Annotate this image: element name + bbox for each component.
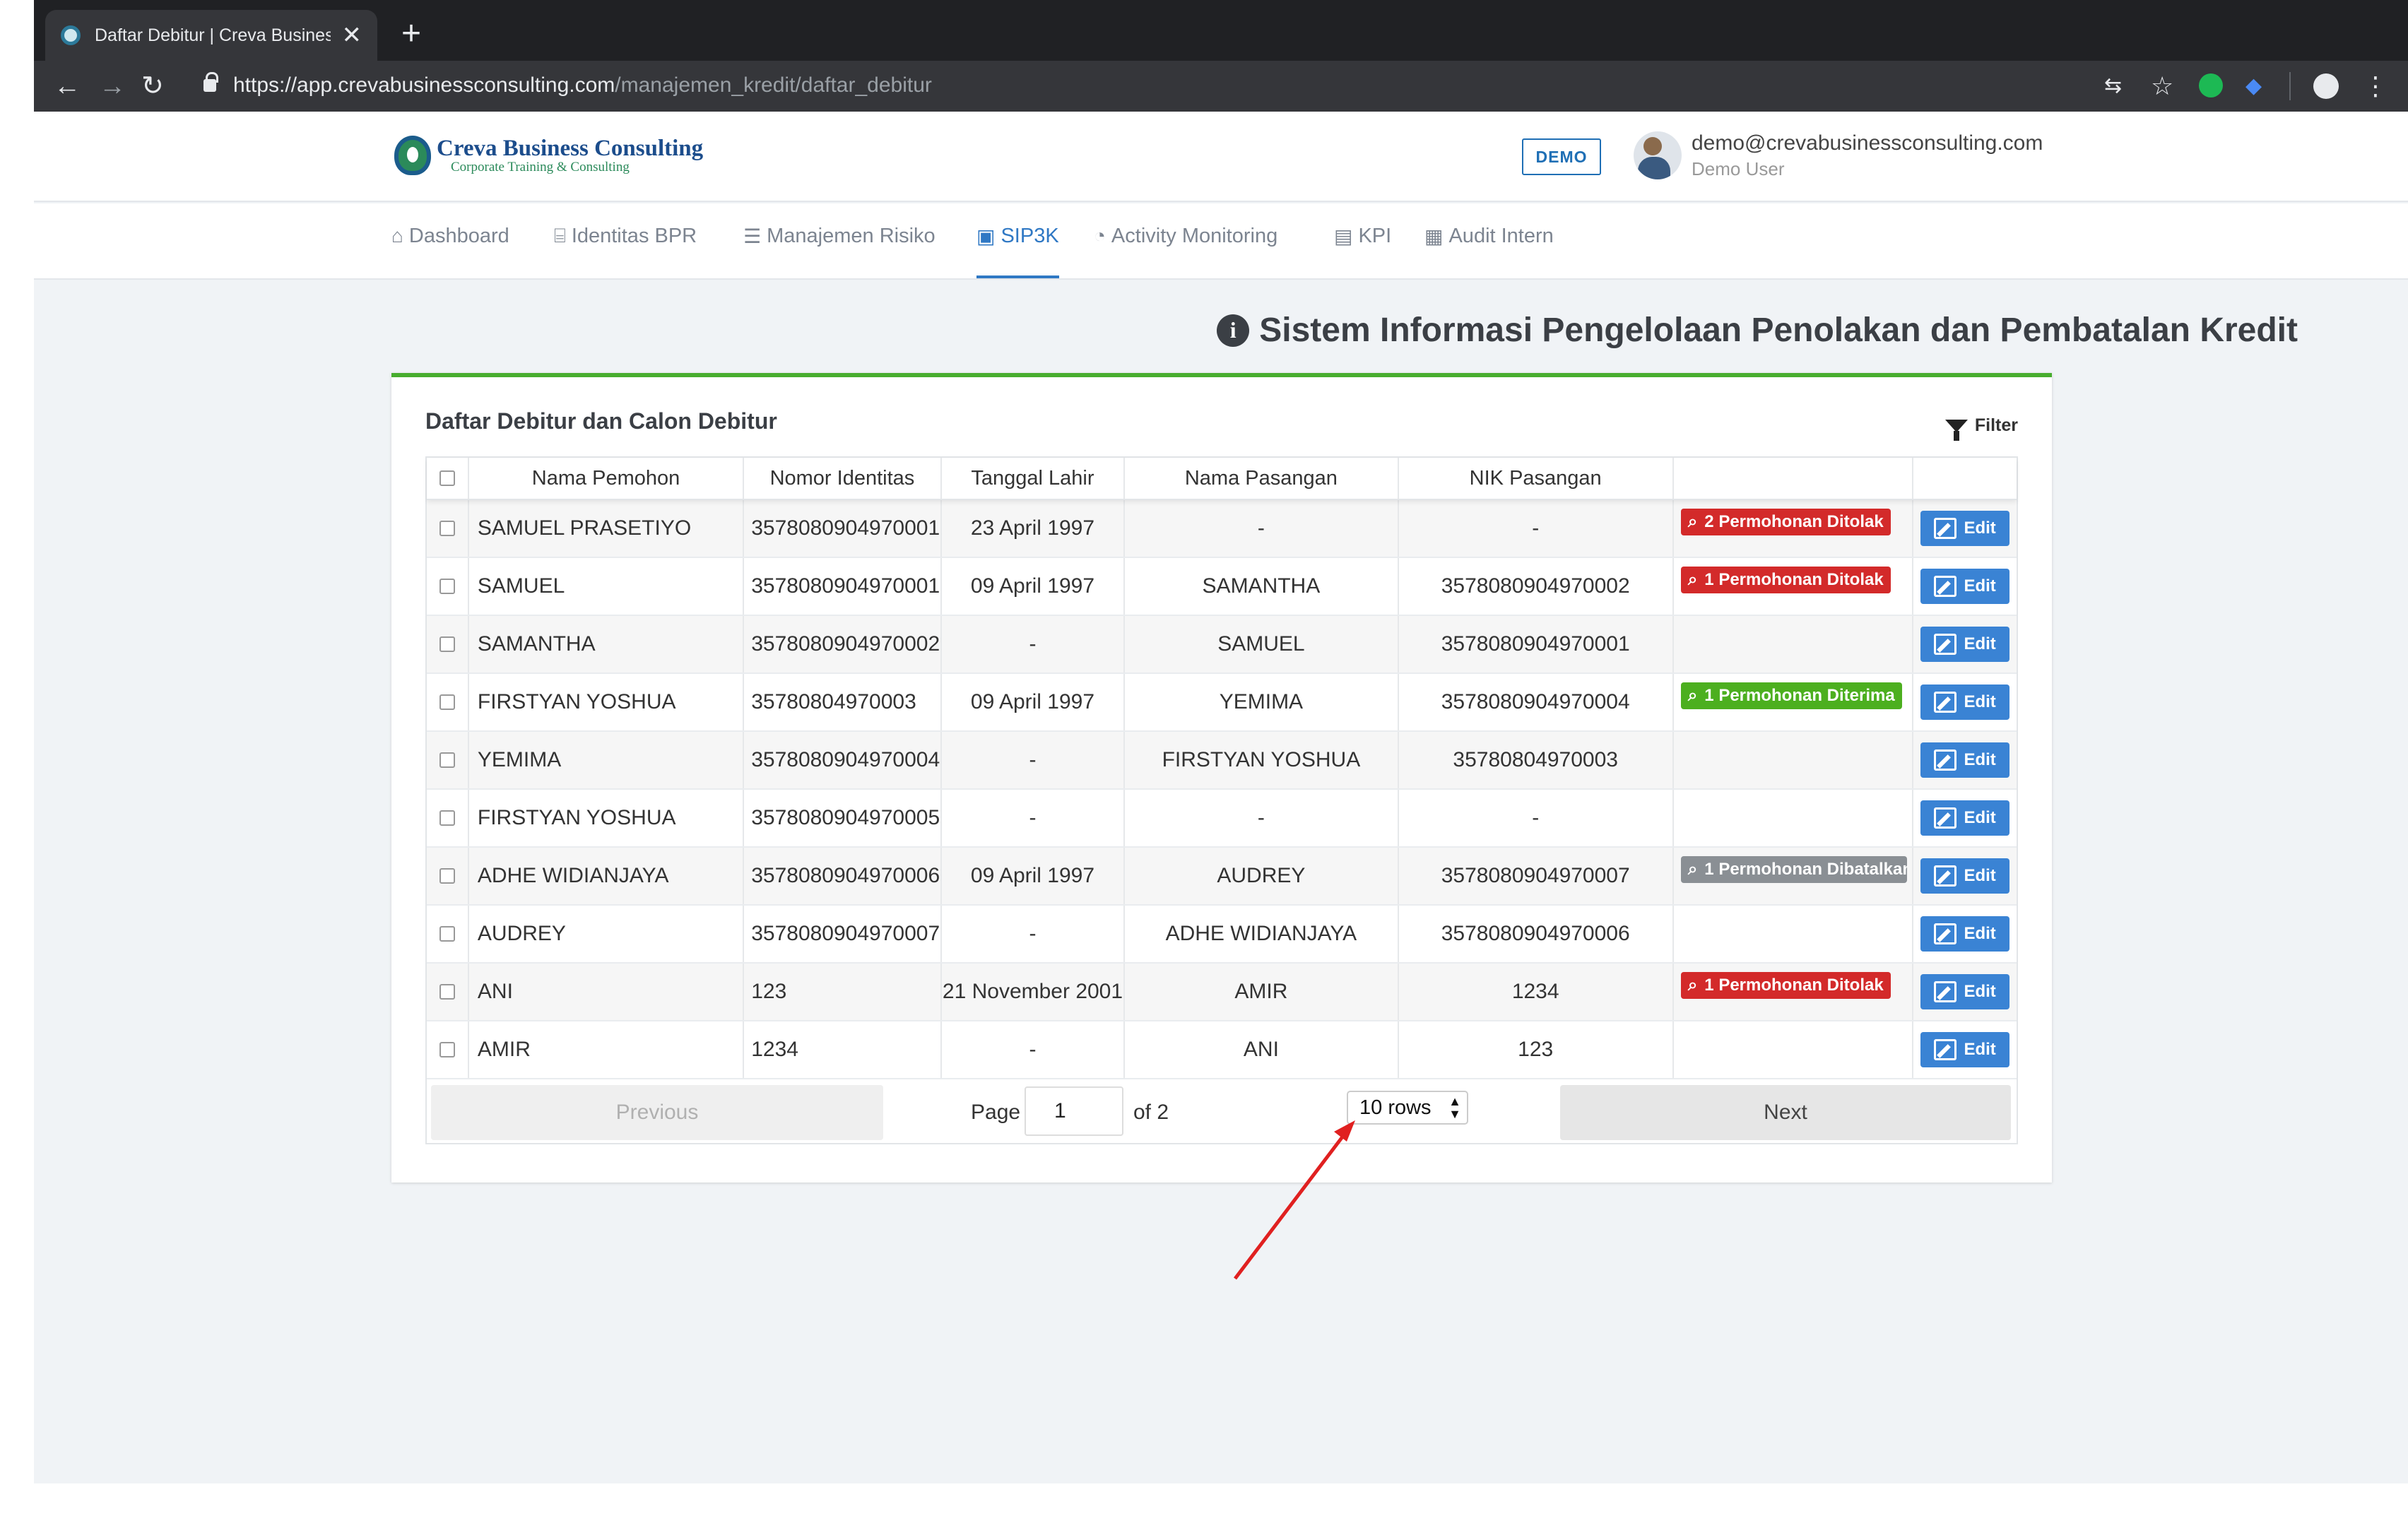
column-header[interactable]: Nomor Identitas	[744, 458, 942, 499]
column-header[interactable]: Tanggal Lahir	[942, 458, 1126, 499]
annotation-arrow-line	[1234, 1132, 1347, 1280]
column-header[interactable]: Nama Pasangan	[1125, 458, 1399, 499]
column-header[interactable]: NIK Pasangan	[1399, 458, 1674, 499]
table-header: Nama Pemohon Nomor Identitas Tanggal Lah…	[427, 458, 2017, 500]
annotation-arrow	[1234, 1120, 1355, 1280]
column-header	[1913, 458, 2017, 499]
annotation-arrow-head	[1334, 1120, 1355, 1142]
column-header	[1674, 458, 1914, 499]
select-all-cell	[427, 458, 469, 499]
column-header[interactable]: Nama Pemohon	[469, 458, 745, 499]
select-all-checkbox[interactable]	[439, 470, 455, 486]
